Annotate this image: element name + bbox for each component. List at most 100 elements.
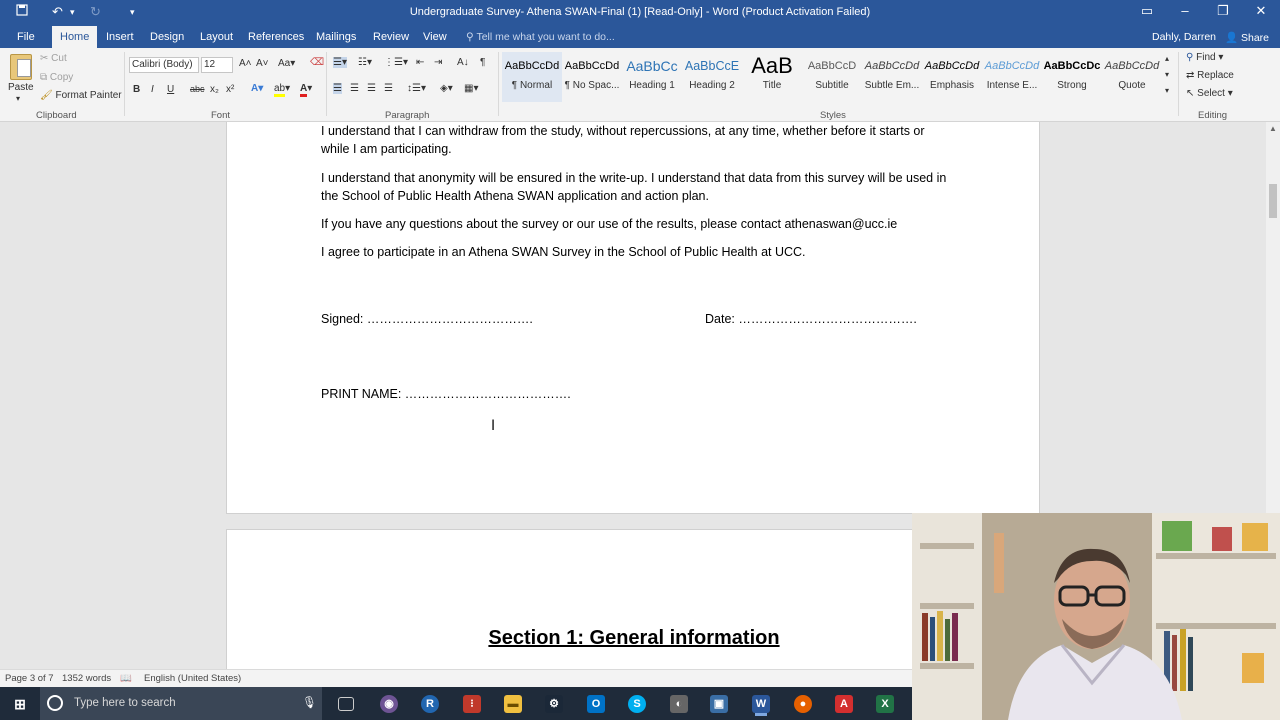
agree-paragraph[interactable]: I agree to participate in an Athena SWAN… [321,244,951,262]
scroll-thumb[interactable] [1269,184,1277,218]
style-heading-1[interactable]: AaBbCc Heading 1 [622,52,682,102]
format-painter-button[interactable]: 🖌 Format Painter [40,90,122,101]
remote-desktop-icon[interactable]: ▣ [710,695,728,713]
contact-paragraph[interactable]: If you have any questions about the surv… [321,216,951,234]
highlight-icon[interactable]: ab▾ [274,83,290,97]
subscript-button[interactable]: x₂ [210,84,219,95]
tell-me-input[interactable]: ⚲ Tell me what you want to do... [466,31,615,43]
task-view-icon[interactable] [338,697,354,711]
underline-button[interactable]: U [167,84,174,95]
style-no-spacing[interactable]: AaBbCcDd ¶ No Spac... [562,52,622,102]
app-icon[interactable]: ⁝ [463,695,481,713]
minimize-button[interactable]: – [1170,3,1200,18]
tab-view[interactable]: View [415,26,455,48]
user-name[interactable]: Dahly, Darren [1152,31,1216,43]
tab-references[interactable]: References [240,26,312,48]
skype-icon[interactable]: S [628,695,646,713]
restore-button[interactable]: ❐ [1208,3,1238,19]
taskbar-search[interactable]: Type here to search 🎙 [40,687,322,720]
numbering-icon[interactable]: ☷▾ [358,57,372,68]
multilevel-list-icon[interactable]: ⋮☰▾ [384,57,408,68]
align-right-icon[interactable]: ☰ [367,83,376,94]
align-left-icon[interactable]: ☰ [333,83,342,94]
styles-scroll-down-icon[interactable]: ▾ [1165,70,1169,79]
grow-font-icon[interactable]: A˄ [239,58,252,69]
change-case-icon[interactable]: Aa▾ [278,58,295,69]
font-size-select[interactable]: 12 [201,57,233,73]
tab-review[interactable]: Review [365,26,417,48]
ribbon-display-options-icon[interactable]: ▭ [1132,3,1162,19]
github-icon[interactable]: ◉ [380,695,398,713]
justify-icon[interactable]: ☰ [384,83,393,94]
ribbon-tabs: File Home Insert Design Layout Reference… [0,26,1280,48]
style-subtle-emphasis[interactable]: AaBbCcDd Subtle Em... [862,52,922,102]
style-title[interactable]: AaB Title [742,52,802,102]
tab-design[interactable]: Design [142,26,192,48]
share-button[interactable]: 👤 Share [1225,31,1269,44]
windows-start-icon[interactable]: ⊞ [11,695,29,713]
firefox-icon[interactable]: ● [794,695,812,713]
strikethrough-button[interactable]: abc [190,84,205,94]
show-formatting-marks-icon[interactable]: ¶ [480,57,485,68]
word-icon[interactable]: W [752,695,770,713]
tab-home[interactable]: Home [52,26,98,48]
styles-scroll-up-icon[interactable]: ▴ [1165,54,1169,63]
style-normal[interactable]: AaBbCcDd ¶ Normal [502,52,562,102]
steam-icon[interactable]: ⚙ [545,695,563,713]
italic-button[interactable]: I [151,84,154,95]
shrink-font-icon[interactable]: A˅ [256,58,269,69]
tab-layout[interactable]: Layout [192,26,241,48]
bold-button[interactable]: B [133,84,140,95]
borders-icon[interactable]: ▦▾ [464,83,478,94]
shading-icon[interactable]: ◈▾ [440,83,453,94]
app-icon[interactable]: ◐ [670,695,688,713]
sort-icon[interactable]: A↓ [457,57,469,68]
withdraw-paragraph[interactable]: I understand that I can withdraw from th… [321,123,951,158]
document-page[interactable]: I understand that I can withdraw from th… [226,122,1040,514]
style-strong[interactable]: AaBbCcDc Strong [1042,52,1102,102]
anonymity-paragraph[interactable]: I understand that anonymity will be ensu… [321,170,951,205]
print-name-line[interactable]: PRINT NAME: …………………………………. [321,386,661,404]
person-icon: 👤 [1225,32,1239,44]
microphone-icon[interactable]: 🎙 [302,695,317,709]
styles-more-icon[interactable]: ▾ [1165,86,1169,95]
paste-icon[interactable] [10,54,32,80]
font-color-icon[interactable]: A▾ [300,83,312,97]
close-button[interactable]: ✕ [1246,3,1276,19]
align-center-icon[interactable]: ☰ [350,83,359,94]
acrobat-icon[interactable]: A [835,695,853,713]
scissors-icon: ✂ [40,53,49,64]
style-quote[interactable]: AaBbCcDd Quote [1102,52,1162,102]
paste-button[interactable]: Paste [8,82,34,93]
date-line[interactable]: Date: ……………………………………. [705,311,945,329]
proofing-icon[interactable]: 📖 [120,673,132,684]
style-intense-emphasis[interactable]: AaBbCcDd Intense E... [982,52,1042,102]
style-emphasis[interactable]: AaBbCcDd Emphasis [922,52,982,102]
clear-formatting-icon[interactable]: ⌫ [310,57,324,68]
signed-line[interactable]: Signed: …………………………………. [321,311,621,329]
scroll-up-icon[interactable]: ▲ [1269,124,1277,133]
tab-insert[interactable]: Insert [98,26,142,48]
style-heading-2[interactable]: AaBbCcE Heading 2 [682,52,742,102]
paste-dropdown-icon[interactable]: ▾ [16,94,20,103]
style-subtitle[interactable]: AaBbCcD Subtitle [802,52,862,102]
replace-button[interactable]: ⇄ Replace [1186,70,1234,81]
word-count[interactable]: 1352 words [62,673,111,684]
rstudio-icon[interactable]: R [421,695,439,713]
file-explorer-icon[interactable]: ▬ [504,695,522,713]
font-name-select[interactable]: Calibri (Body) [129,57,199,73]
outlook-icon[interactable]: O [587,695,605,713]
page-count[interactable]: Page 3 of 7 [5,673,54,684]
find-button[interactable]: ⚲ Find ▾ [1186,52,1223,63]
tab-mailings[interactable]: Mailings [308,26,364,48]
line-spacing-icon[interactable]: ↕☰▾ [407,83,426,94]
excel-icon[interactable]: X [876,695,894,713]
language-indicator[interactable]: English (United States) [144,673,241,684]
tab-file[interactable]: File [9,26,43,48]
increase-indent-icon[interactable]: ⇥ [434,57,442,68]
decrease-indent-icon[interactable]: ⇤ [416,57,424,68]
select-button[interactable]: ↖ Select ▾ [1186,88,1233,99]
text-effects-icon[interactable]: A▾ [251,83,263,94]
bullets-icon[interactable]: ☰▾ [333,57,347,68]
superscript-button[interactable]: x² [226,84,234,95]
